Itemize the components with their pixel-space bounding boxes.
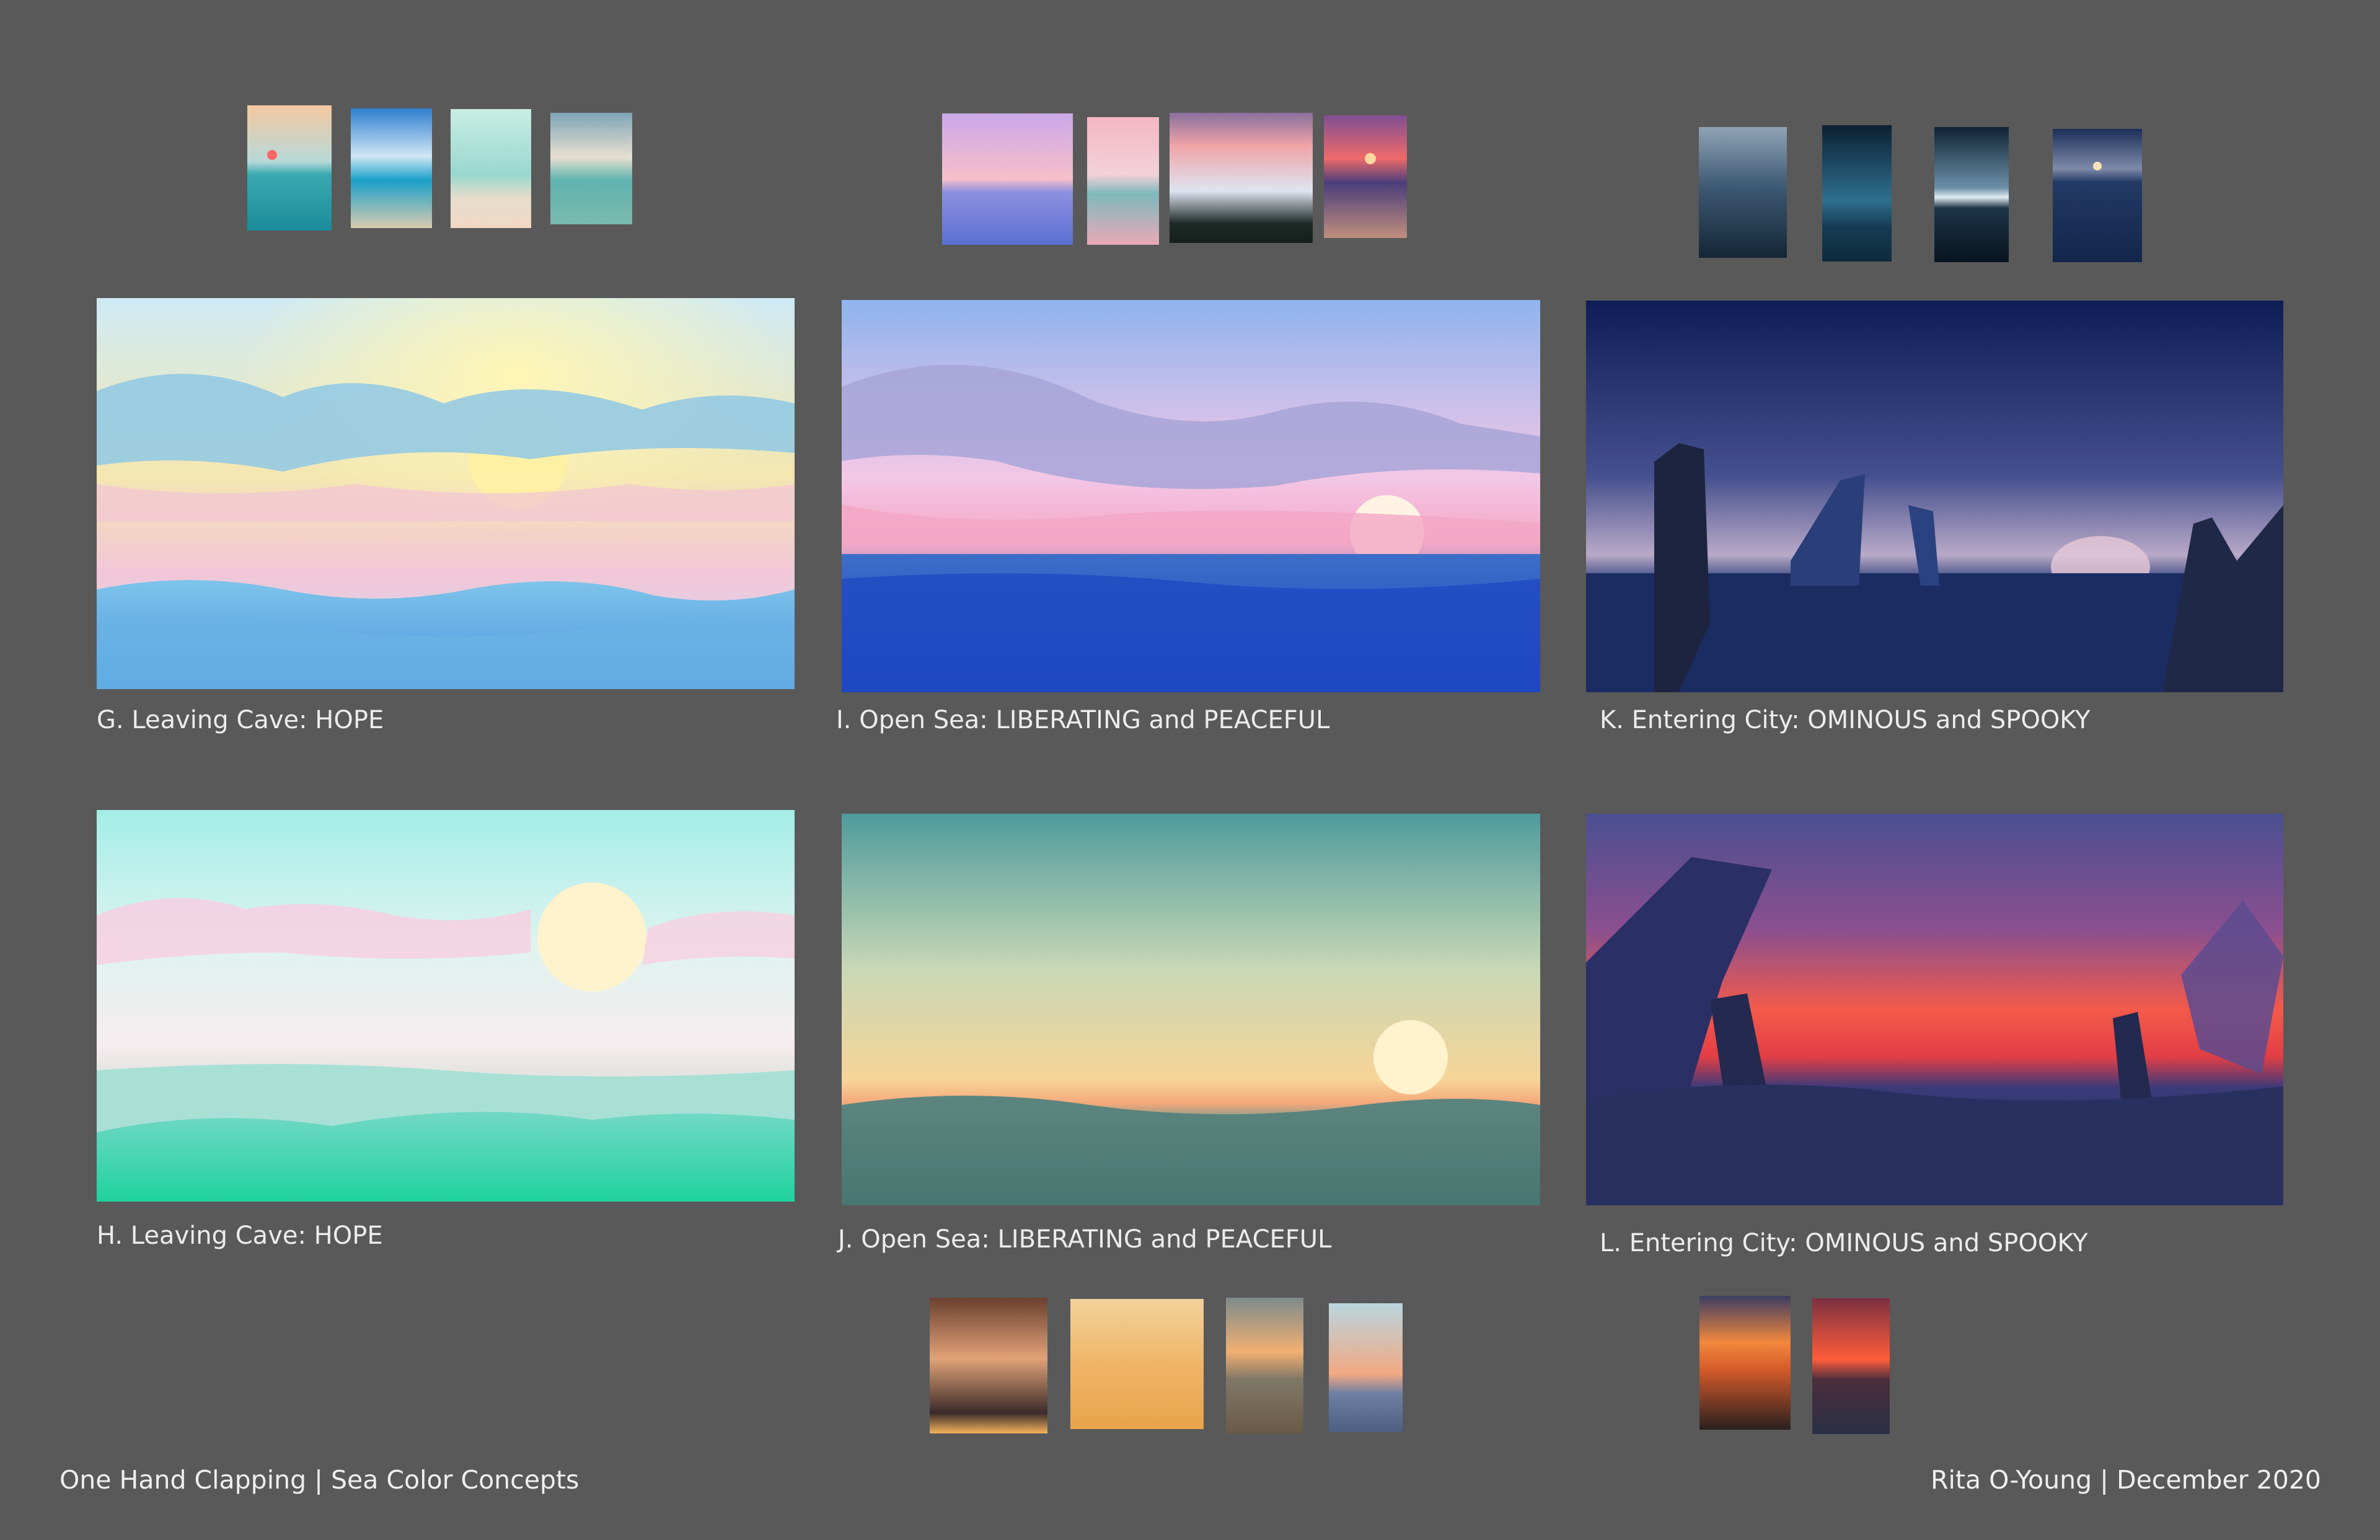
reference-thumbnail <box>1812 1298 1890 1434</box>
reference-thumbnail <box>247 105 332 231</box>
reference-thumbnail <box>1070 1299 1204 1429</box>
footer-author-date: Rita O-Young | December 2020 <box>1931 1465 2321 1495</box>
reference-thumbnail <box>1324 115 1407 238</box>
painting-panel-h <box>97 810 795 1202</box>
reference-thumbnail <box>2053 129 2142 262</box>
reference-thumbnail <box>1329 1303 1403 1432</box>
panel-caption-k: K. Entering City: OMINOUS and SPOOKY <box>1600 706 2091 734</box>
painting-panel-g <box>97 298 795 689</box>
reference-thumbnail <box>930 1298 1047 1433</box>
panel-caption-l: L. Entering City: OMINOUS and SPOOKY <box>1600 1229 2088 1257</box>
reference-thumbnail <box>1226 1298 1303 1433</box>
panel-caption-g: G. Leaving Cave: HOPE <box>97 706 384 734</box>
reference-thumbnail <box>1699 1296 1791 1430</box>
reference-thumbnail <box>1087 117 1159 245</box>
reference-thumbnail <box>1934 127 2009 262</box>
reference-thumbnail <box>351 108 432 228</box>
reference-thumbnail <box>942 113 1073 245</box>
panel-caption-i: I. Open Sea: LIBERATING and PEACEFUL <box>836 706 1330 734</box>
reference-thumbnail <box>1699 127 1787 258</box>
reference-thumbnail <box>550 113 632 224</box>
footer-project-title: One Hand Clapping | Sea Color Concepts <box>60 1465 580 1495</box>
painting-panel-l <box>1586 814 2283 1205</box>
reference-thumbnail <box>1822 125 1892 262</box>
painting-panel-j <box>842 814 1540 1205</box>
painting-panel-i <box>842 300 1540 692</box>
panel-caption-j: J. Open Sea: LIBERATING and PEACEFUL <box>838 1225 1332 1254</box>
painting-panel-k <box>1586 301 2283 692</box>
panel-caption-h: H. Leaving Cave: HOPE <box>97 1221 383 1250</box>
reference-thumbnail <box>1170 113 1313 243</box>
reference-thumbnail <box>451 109 531 228</box>
